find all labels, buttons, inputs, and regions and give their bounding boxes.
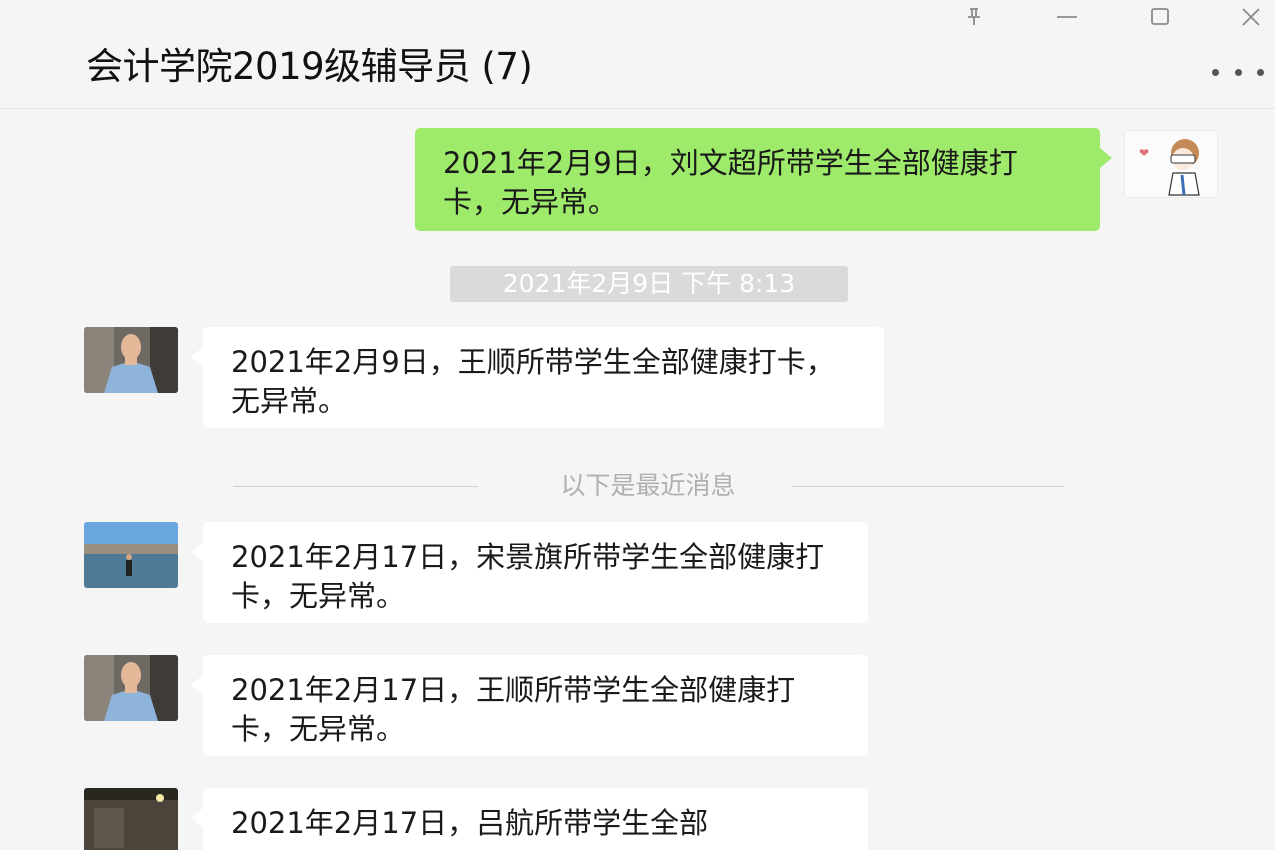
more-icon[interactable] — [1212, 60, 1264, 84]
message-bubble-self[interactable]: 2021年2月9日，刘文超所带学生全部健康打卡，无异常。 — [415, 128, 1112, 231]
message-bubble[interactable]: 2021年2月17日，王顺所带学生全部健康打卡，无异常。 — [191, 655, 868, 756]
avatar-self[interactable]: ❤ — [1124, 130, 1218, 198]
recent-messages-divider: 以下是最近消息 — [560, 471, 736, 500]
more-dot — [1212, 68, 1219, 76]
close-icon[interactable] — [1236, 4, 1266, 30]
avatar-wangshun[interactable] — [84, 655, 178, 721]
avatar-songjingqi[interactable] — [84, 522, 178, 588]
avatar-lvhang[interactable] — [84, 788, 178, 850]
more-dot — [1234, 68, 1242, 76]
timestamp: 2021年2月9日 下午 8:13 — [450, 266, 848, 302]
message-bubble[interactable]: 2021年2月9日，王顺所带学生全部健康打卡，无异常。 — [191, 327, 884, 428]
more-dot — [1257, 68, 1264, 76]
avatar-wangshun[interactable] — [84, 327, 178, 393]
divider-line-left — [233, 486, 478, 487]
chat-header: 会计学院2019级辅导员 (7) — [0, 0, 1275, 109]
message-bubble[interactable]: 2021年2月17日，吕航所带学生全部 — [191, 788, 868, 850]
chat-title: 会计学院2019级辅导员 (7) — [86, 45, 533, 88]
chat-window: 会计学院2019级辅导员 (7) 2021年2月9日，刘文超所带学生全部健康打卡… — [0, 0, 1275, 850]
svg-text:❤: ❤ — [1139, 146, 1149, 160]
message-bubble[interactable]: 2021年2月17日，宋景旗所带学生全部健康打卡，无异常。 — [191, 522, 868, 623]
minimize-icon[interactable] — [1052, 4, 1082, 30]
maximize-icon[interactable] — [1145, 4, 1175, 30]
pin-icon[interactable] — [959, 4, 989, 30]
divider-line-right — [792, 486, 1064, 487]
